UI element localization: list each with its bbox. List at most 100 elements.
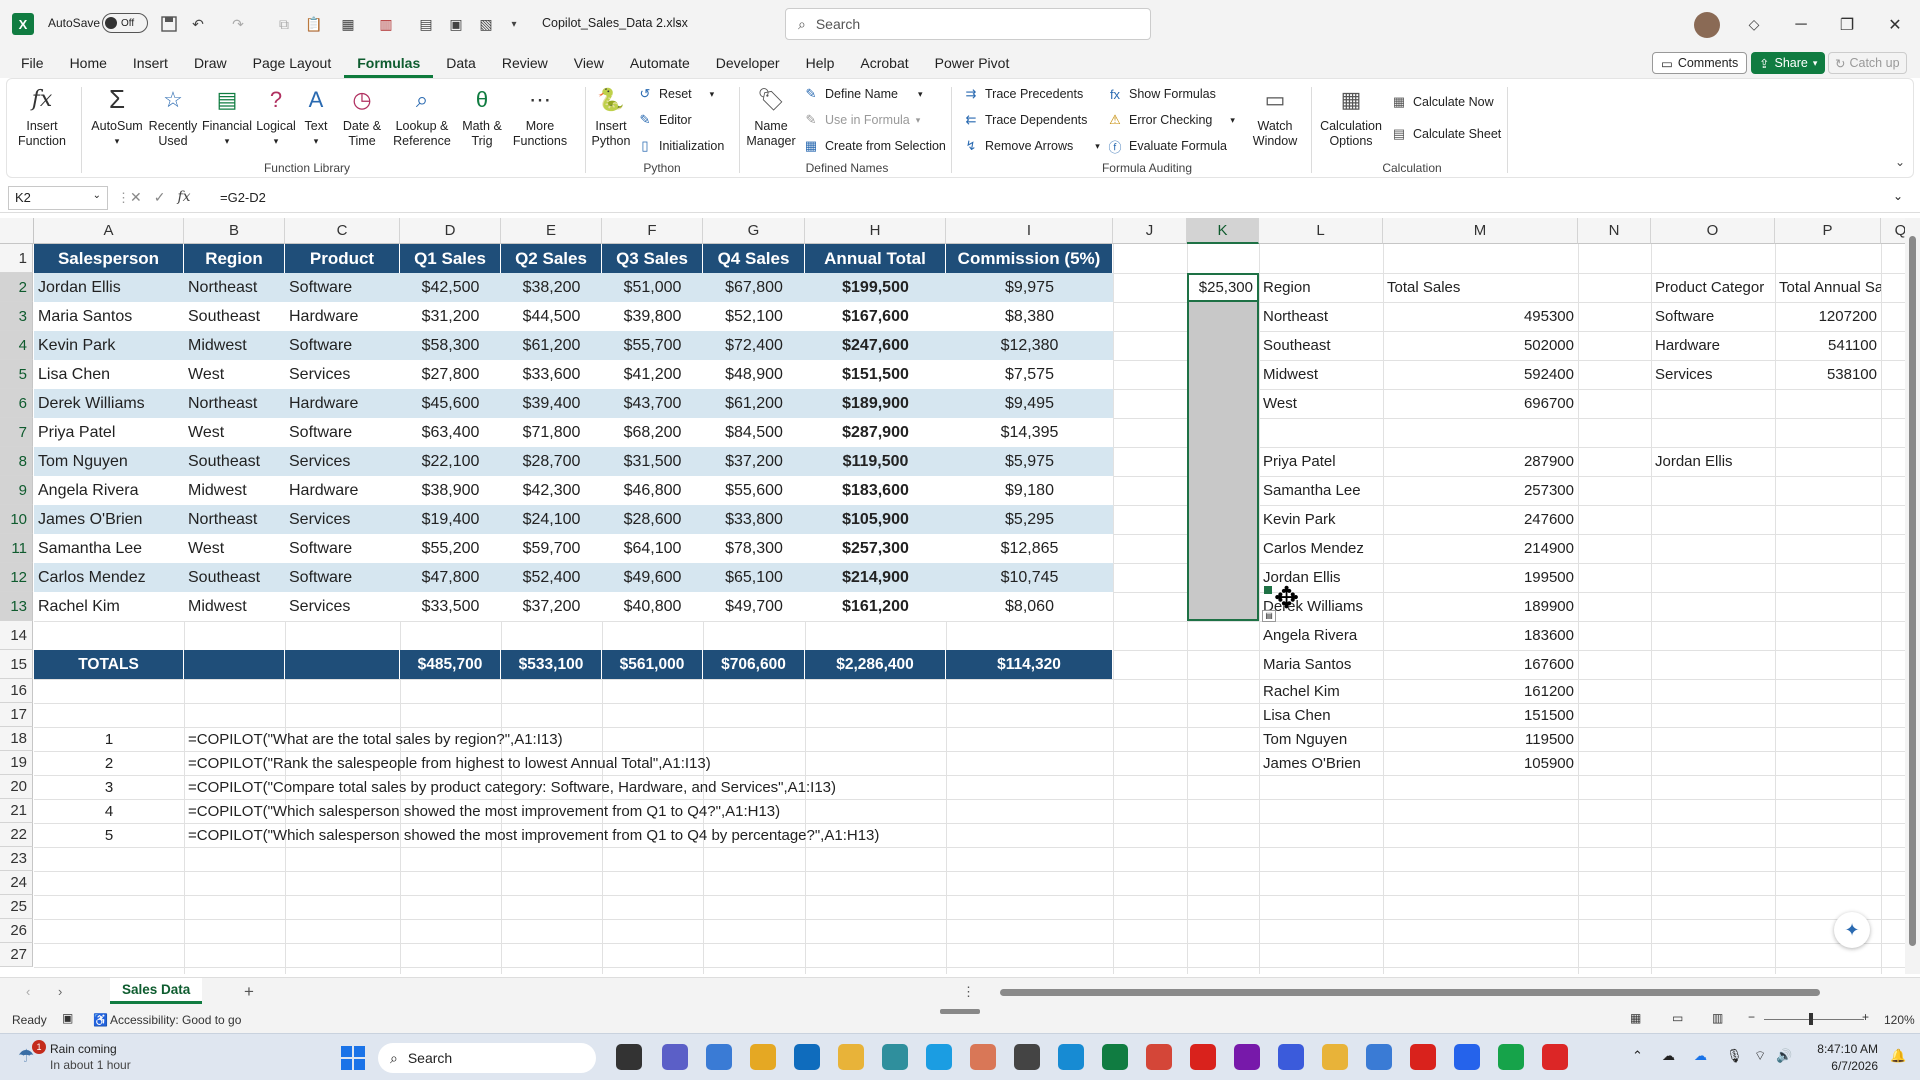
calculate-now-button[interactable]: ▦ Calculate Now [1391,91,1494,113]
table-cell[interactable]: $58,300 [400,331,501,360]
table-cell[interactable]: $28,600 [602,505,703,534]
error-checking-button[interactable]: ⚠ Error Checking ▾ [1107,109,1235,131]
trace-dependents-button[interactable]: ⇇ Trace Dependents [963,109,1088,131]
notes-icon[interactable] [1322,1044,1348,1070]
table-cell[interactable]: $5,975 [946,447,1113,476]
app-c-red-icon[interactable] [1542,1044,1568,1070]
tab-draw[interactable]: Draw [181,48,240,78]
table-cell[interactable]: $68,200 [602,418,703,447]
table-cell[interactable]: $49,700 [703,592,805,621]
product-name-cell[interactable]: Software [1651,302,1775,331]
tab-data[interactable]: Data [433,48,489,78]
chrome-icon[interactable] [750,1044,776,1070]
table-header-cell[interactable]: Region [184,244,285,273]
normal-view-icon[interactable]: ▦ [1630,1011,1641,1025]
table-cell[interactable]: $199,500 [805,273,946,302]
zoom-slider-thumb[interactable] [1809,1013,1813,1025]
table-cell[interactable]: $39,400 [501,389,602,418]
table-cell[interactable]: $61,200 [501,331,602,360]
date-time-button[interactable]: ◷ Date & Time [337,83,387,149]
expand-formula-icon[interactable]: ⌄ [1893,189,1903,203]
rank-value-cell[interactable]: 247600 [1383,505,1578,534]
table-cell[interactable]: James O'Brien [34,505,184,534]
table-cell[interactable]: Services [285,592,400,621]
table-cell[interactable]: $24,100 [501,505,602,534]
define-name-button[interactable]: ✎ Define Name ▾ [803,83,923,105]
clock-date[interactable]: 6/7/2026 [1808,1059,1878,1073]
customize-chevron-icon[interactable]: ▾ [502,12,526,36]
table-header-cell[interactable]: Q1 Sales [400,244,501,273]
table-cell[interactable]: Services [285,360,400,389]
column-header-l[interactable]: L [1259,218,1383,244]
table-cell[interactable]: $8,380 [946,302,1113,331]
column-header-j[interactable]: J [1113,218,1187,244]
cloud-icon[interactable]: ☁ [1662,1048,1675,1064]
table-cell[interactable]: $151,500 [805,360,946,389]
use-in-formula-button[interactable]: ✎ Use in Formula ▾ [803,109,921,131]
apps-icon[interactable] [706,1044,732,1070]
onedrive-icon[interactable]: ☁ [1694,1048,1707,1064]
horizontal-scrollbar[interactable] [985,987,1895,997]
table-cell[interactable]: $51,000 [602,273,703,302]
rank-name-cell[interactable]: Rachel Kim [1259,679,1383,703]
table-header-cell[interactable]: Salesperson [34,244,184,273]
page-layout-view-icon[interactable]: ▭ [1672,1011,1683,1025]
totals-cell[interactable]: $2,286,400 [805,650,946,679]
table-cell[interactable]: Kevin Park [34,331,184,360]
prompt-number[interactable]: 3 [34,775,184,799]
table-cell[interactable]: $61,200 [703,389,805,418]
table-cell[interactable]: $52,400 [501,563,602,592]
table-cell[interactable]: Hardware [285,302,400,331]
table-cell[interactable]: Carlos Mendez [34,563,184,592]
column-header-e[interactable]: E [501,218,602,244]
table-cell[interactable]: $44,500 [501,302,602,331]
tab-formulas[interactable]: Formulas [344,48,434,78]
table-cell[interactable]: $72,400 [703,331,805,360]
column-header-g[interactable]: G [703,218,805,244]
table-cell[interactable]: $31,200 [400,302,501,331]
rank-value-cell[interactable]: 287900 [1383,447,1578,476]
column-header-m[interactable]: M [1383,218,1578,244]
column-header-k[interactable]: K [1187,218,1259,244]
table-cell[interactable]: Services [285,505,400,534]
tab-review[interactable]: Review [489,48,561,78]
table-cell[interactable]: $65,100 [703,563,805,592]
column-header-p[interactable]: P [1775,218,1881,244]
table-cell[interactable]: $183,600 [805,476,946,505]
add-sheet-icon[interactable]: + [244,982,254,1002]
show-formulas-button[interactable]: fx Show Formulas [1107,83,1216,105]
table-header-cell[interactable]: Q3 Sales [602,244,703,273]
table-cell[interactable]: $167,600 [805,302,946,331]
table-cell[interactable]: Hardware [285,389,400,418]
column-header-b[interactable]: B [184,218,285,244]
table-cell[interactable]: $31,500 [602,447,703,476]
table-cell[interactable]: $189,900 [805,389,946,418]
column-header-i[interactable]: I [946,218,1113,244]
table-cell[interactable]: $287,900 [805,418,946,447]
totals-cell[interactable]: $706,600 [703,650,805,679]
watch-window-button[interactable]: ▭ Watch Window [1251,83,1299,149]
table-cell[interactable]: $33,600 [501,360,602,389]
table-cell[interactable]: $38,900 [400,476,501,505]
table-cell[interactable]: West [184,418,285,447]
excel-icon[interactable] [1102,1044,1128,1070]
table-cell[interactable]: $37,200 [703,447,805,476]
rank-value-cell[interactable]: 161200 [1383,679,1578,703]
prev-sheet-icon[interactable]: ‹ [26,984,30,999]
undo-icon[interactable]: ↶ [186,12,210,36]
rank-value-cell[interactable]: 183600 [1383,621,1578,650]
table-cell[interactable]: $63,400 [400,418,501,447]
diamond-icon[interactable]: ◇ [1742,12,1766,36]
zoom-level[interactable]: 120% [1884,1013,1915,1027]
product-name-cell[interactable]: Services [1651,360,1775,389]
table-cell[interactable]: $64,100 [602,534,703,563]
arc-icon[interactable] [1278,1044,1304,1070]
tab-home[interactable]: Home [57,48,120,78]
app-s-blue-icon[interactable] [1454,1044,1480,1070]
zoom-out-icon[interactable]: − [1748,1010,1755,1024]
outlook-icon[interactable] [794,1044,820,1070]
region-name-cell[interactable]: Northeast [1259,302,1383,331]
product-name-cell[interactable]: Hardware [1651,331,1775,360]
table-cell[interactable]: Hardware [285,476,400,505]
table-cell[interactable]: Angela Rivera [34,476,184,505]
